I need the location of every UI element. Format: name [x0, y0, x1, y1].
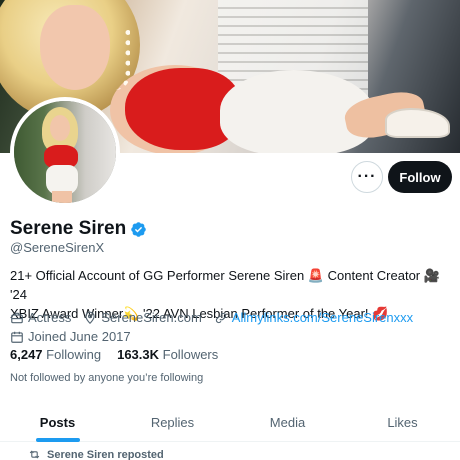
profile-link-text[interactable]: Allmylinks.com/SereneSirenxxx — [232, 308, 413, 327]
repost-label: Serene Siren reposted — [47, 448, 164, 460]
camera-emoji: 🎥 — [423, 268, 440, 283]
tab-replies[interactable]: Replies — [115, 404, 230, 441]
more-options-button[interactable]: ··· — [351, 161, 383, 193]
verified-badge-icon[interactable] — [130, 221, 147, 238]
profile-category: Actress — [10, 308, 71, 327]
category-text: Actress — [28, 310, 72, 325]
followers-link[interactable]: 163.3K Followers — [117, 347, 218, 362]
repost-icon — [29, 450, 40, 459]
follow-button[interactable]: Follow — [388, 161, 452, 193]
profile-name: Serene Siren — [10, 218, 127, 239]
follow-counts: 6,247 Following 163.3K Followers — [10, 347, 218, 362]
location-pin-icon — [85, 311, 96, 324]
tab-likes[interactable]: Likes — [345, 404, 460, 441]
avatar-legs — [52, 191, 72, 203]
followers-count: 163.3K — [117, 347, 160, 362]
profile-joined: Joined June 2017 — [10, 327, 131, 346]
tab-media[interactable]: Media — [230, 404, 345, 441]
bio-text-1: 21+ Official Account of GG Performer Ser… — [10, 268, 305, 283]
profile-meta: Actress SereneSiren.com Allmylinks.com/S… — [10, 308, 450, 346]
profile-link[interactable]: Allmylinks.com/SereneSirenxxx — [214, 308, 413, 327]
repost-indicator[interactable]: Serene Siren reposted — [28, 448, 164, 460]
profile-location: SereneSiren.com — [83, 308, 202, 327]
not-followed-note: Not followed by anyone you’re following — [10, 372, 204, 384]
briefcase-icon — [11, 312, 23, 323]
meta-row-2: Joined June 2017 — [10, 327, 450, 346]
tab-posts[interactable]: Posts — [0, 404, 115, 441]
siren-emoji: 🚨 — [307, 268, 325, 283]
following-label: Following — [46, 347, 102, 362]
location-text: SereneSiren.com — [101, 310, 202, 325]
profile-avatar[interactable] — [10, 97, 120, 207]
calendar-icon — [11, 331, 23, 343]
following-count: 6,247 — [10, 347, 43, 362]
profile-handle: @SereneSirenX — [10, 240, 105, 255]
joined-text: Joined June 2017 — [28, 329, 131, 344]
bio-text-3: '24 — [10, 287, 27, 302]
link-icon — [215, 312, 226, 323]
meta-row-1: Actress SereneSiren.com Allmylinks.com/S… — [10, 308, 450, 327]
banner-heel — [385, 108, 450, 138]
profile-name-row: Serene Siren — [10, 218, 147, 240]
avatar-face — [50, 115, 70, 141]
profile-tabs: Posts Replies Media Likes — [0, 404, 460, 442]
bio-text-2: Content Creator — [324, 268, 421, 283]
banner-pearl-necklace — [100, 30, 130, 90]
following-link[interactable]: 6,247 Following — [10, 347, 101, 362]
followers-label: Followers — [162, 347, 219, 362]
